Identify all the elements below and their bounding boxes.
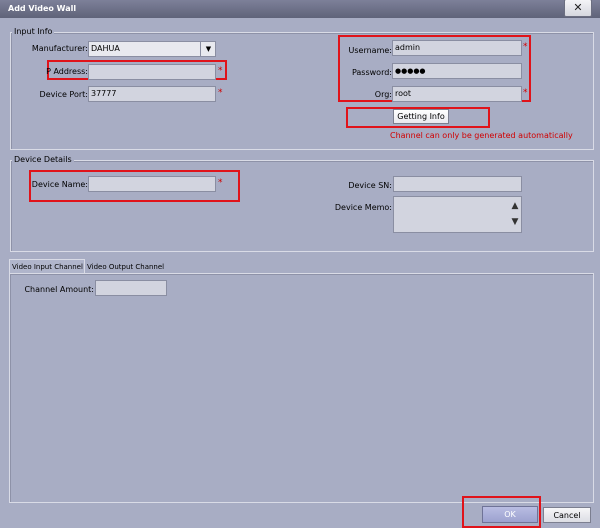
channel-amount-input[interactable] xyxy=(95,280,167,296)
device-name-label: Device Name: xyxy=(31,180,88,189)
title-bar: Add Video Wall ✕ xyxy=(0,0,600,18)
window-title: Add Video Wall xyxy=(8,4,77,13)
ok-button[interactable]: OK xyxy=(482,506,538,523)
ip-address-input[interactable] xyxy=(88,64,216,80)
close-button[interactable]: ✕ xyxy=(564,0,592,17)
tab-video-output-channel[interactable]: Video Output Channel xyxy=(87,260,164,273)
username-required-mark: * xyxy=(523,42,528,52)
org-required-mark: * xyxy=(523,88,528,98)
port-required-mark: * xyxy=(218,88,223,98)
password-input[interactable]: ●●●●● xyxy=(392,63,522,79)
memo-scroll-down-button[interactable]: ▼ xyxy=(509,214,521,230)
cancel-button[interactable]: Cancel xyxy=(543,507,591,523)
tab-label: Video Output Channel xyxy=(87,263,165,271)
device-name-input[interactable] xyxy=(88,176,216,192)
org-input[interactable]: root xyxy=(392,86,522,102)
device-details-legend: Device Details xyxy=(12,155,74,164)
chevron-down-icon: ▼ xyxy=(205,45,212,53)
ip-address-label: P Address: xyxy=(46,67,88,76)
device-port-input[interactable]: 37777 xyxy=(88,86,216,102)
device-memo-input[interactable] xyxy=(393,196,522,233)
chevron-down-icon: ▼ xyxy=(511,217,519,227)
username-input[interactable]: admin xyxy=(392,40,522,56)
tab-label: Video Input Channel xyxy=(12,263,83,271)
manufacturer-label: Manufacturer: xyxy=(31,44,88,53)
device-name-required-mark: * xyxy=(218,178,223,188)
device-port-label: Device Port: xyxy=(39,90,88,99)
device-memo-label: Device Memo: xyxy=(334,203,392,212)
manufacturer-dropdown-button[interactable]: ▼ xyxy=(200,41,216,57)
ip-required-mark: * xyxy=(218,66,223,76)
manufacturer-select[interactable]: DAHUA xyxy=(88,41,216,57)
device-sn-label: Device SN: xyxy=(348,181,392,190)
username-label: Username: xyxy=(348,46,392,55)
device-sn-input[interactable] xyxy=(393,176,522,192)
org-label: Org: xyxy=(374,90,392,99)
password-label: Password: xyxy=(351,68,392,77)
channel-panel xyxy=(9,273,594,503)
channel-amount-label: Channel Amount: xyxy=(24,285,94,294)
chevron-up-icon: ▲ xyxy=(511,201,519,211)
input-info-legend: Input Info xyxy=(12,27,55,36)
tab-video-input-channel[interactable]: Video Input Channel xyxy=(9,259,85,273)
close-icon: ✕ xyxy=(573,1,583,14)
getting-info-button[interactable]: Getting Info xyxy=(393,109,449,124)
memo-scroll-up-button[interactable]: ▲ xyxy=(509,198,521,214)
manufacturer-value: DAHUA xyxy=(91,44,120,53)
channel-notice: Channel can only be generated automatica… xyxy=(390,131,573,140)
